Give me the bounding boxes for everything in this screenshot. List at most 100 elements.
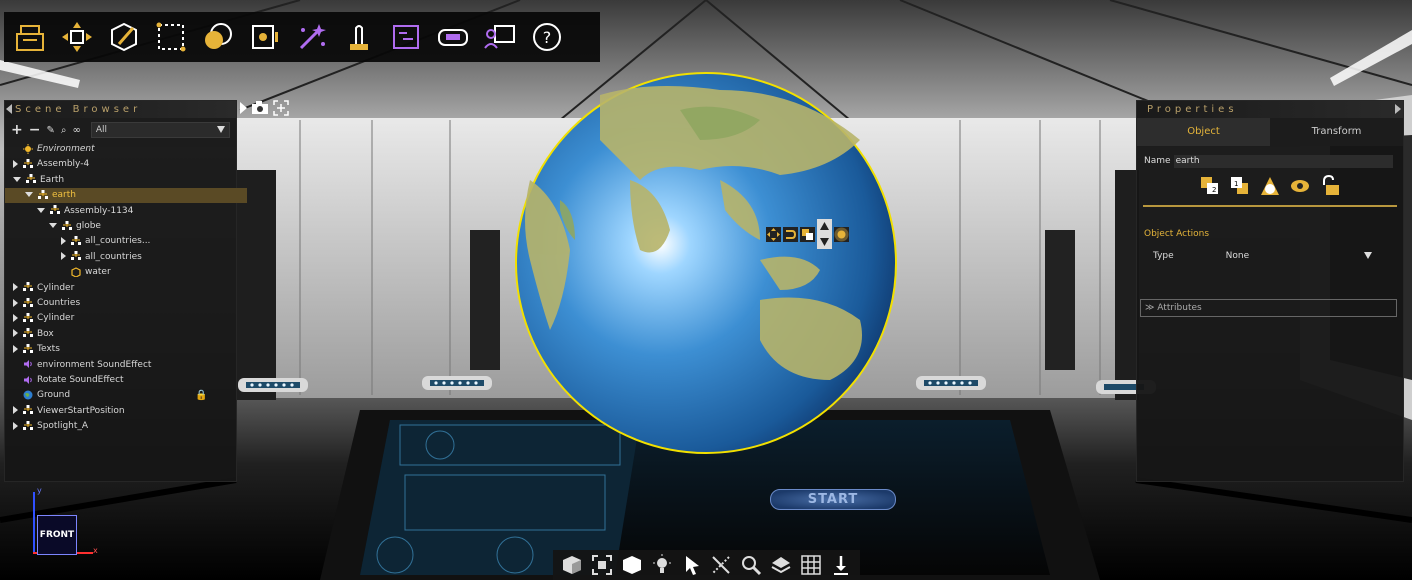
- remove-icon[interactable]: −: [29, 122, 41, 138]
- add-icon[interactable]: +: [11, 122, 23, 138]
- vr-mode-button[interactable]: [433, 17, 473, 57]
- tree-item[interactable]: Spotlight_A: [5, 419, 235, 434]
- orientation-cube[interactable]: FRONT: [37, 515, 77, 555]
- expand-toggle-icon[interactable]: [25, 192, 33, 198]
- open-scene-button[interactable]: [10, 17, 50, 57]
- camera-icon[interactable]: [251, 101, 269, 115]
- sound-icon: [23, 375, 37, 385]
- collision-icon[interactable]: [710, 554, 732, 576]
- tree-item[interactable]: all_countries...: [5, 234, 283, 249]
- zoom-search-icon[interactable]: [740, 554, 762, 576]
- expand-toggle-icon[interactable]: [61, 236, 66, 245]
- unlock-icon[interactable]: [1319, 175, 1341, 197]
- gizmo-material-icon[interactable]: [834, 226, 849, 242]
- tree-item-label: Earth: [40, 174, 65, 185]
- expand-toggle-icon[interactable]: [61, 252, 66, 261]
- link-icon[interactable]: ✎: [46, 125, 54, 136]
- visibility-eye-icon[interactable]: [1289, 175, 1311, 197]
- effects-button[interactable]: [292, 17, 332, 57]
- tree-item[interactable]: Assembly-1134: [5, 204, 259, 219]
- tree-item[interactable]: Cylinder: [5, 281, 235, 296]
- gizmo-move-icon[interactable]: [766, 226, 781, 242]
- svg-text:1: 1: [1234, 180, 1238, 188]
- tree-item[interactable]: water: [5, 265, 283, 280]
- help-button[interactable]: ?: [527, 17, 567, 57]
- tree-item[interactable]: environment SoundEffect: [5, 358, 235, 373]
- collapse-arrow-icon[interactable]: [240, 102, 247, 114]
- expand-toggle-icon[interactable]: [13, 421, 18, 430]
- grid-icon[interactable]: [800, 554, 822, 576]
- expand-toggle-icon[interactable]: [13, 159, 18, 168]
- expand-toggle-icon[interactable]: [13, 298, 18, 307]
- tree-item[interactable]: Texts: [5, 342, 235, 357]
- tree-item[interactable]: earth: [5, 188, 247, 204]
- tree-item[interactable]: globe: [5, 219, 271, 234]
- shading-icon[interactable]: [621, 554, 643, 576]
- tree-item[interactable]: Environment: [5, 142, 235, 157]
- select-region-button[interactable]: [151, 17, 191, 57]
- gizmo-link-icon[interactable]: [783, 226, 798, 242]
- filter-value: All: [95, 125, 107, 135]
- gizmo-arrows-icon[interactable]: [817, 219, 832, 249]
- tree-item-label: all_countries...: [85, 236, 151, 247]
- open-scene-icon: [16, 25, 44, 51]
- filter-select[interactable]: All: [90, 122, 230, 138]
- shape-icon[interactable]: [1259, 175, 1281, 197]
- tree-item-label: ViewerStartPosition: [37, 405, 125, 416]
- lock-icon[interactable]: 🔒: [195, 388, 207, 403]
- expand-toggle-icon[interactable]: [49, 223, 57, 228]
- interaction-button[interactable]: [339, 17, 379, 57]
- media-button[interactable]: [245, 17, 285, 57]
- layer-2-icon[interactable]: 1: [1229, 175, 1251, 197]
- drop-to-ground-icon[interactable]: [830, 554, 852, 576]
- tree-item[interactable]: Earth: [5, 173, 235, 188]
- type-select[interactable]: None: [1226, 251, 1376, 261]
- collapse-right-icon[interactable]: [1395, 104, 1401, 114]
- assembly-icon: [23, 420, 37, 431]
- presenter-button[interactable]: [480, 17, 520, 57]
- tab-object[interactable]: Object: [1137, 118, 1270, 146]
- expand-toggle-icon[interactable]: [37, 207, 45, 213]
- edit-object-button[interactable]: [104, 17, 144, 57]
- timeline-button[interactable]: [386, 17, 426, 57]
- tree-item[interactable]: Cylinder: [5, 311, 235, 326]
- move-tool-button[interactable]: [57, 17, 97, 57]
- frame-icon[interactable]: [591, 554, 613, 576]
- section-divider: [1143, 205, 1397, 207]
- light-bulb-icon[interactable]: [651, 554, 673, 576]
- chevron-down-icon: [217, 126, 225, 133]
- tree-item[interactable]: Assembly-4: [5, 157, 235, 172]
- frame-selection-icon[interactable]: [273, 100, 289, 116]
- y-axis-label: y: [37, 486, 42, 495]
- expand-toggle-icon[interactable]: [13, 313, 18, 322]
- tree-item[interactable]: Rotate SoundEffect: [5, 373, 235, 388]
- layers-icon[interactable]: [770, 554, 792, 576]
- attributes-section[interactable]: ≫ Attributes: [1140, 299, 1397, 317]
- assembly-icon: [50, 205, 64, 216]
- viewport-controls: [240, 100, 289, 116]
- expand-toggle-icon[interactable]: [13, 329, 18, 338]
- tab-transform[interactable]: Transform: [1270, 118, 1403, 146]
- tree-item-label: Cylinder: [37, 313, 75, 324]
- view-cube-icon[interactable]: [561, 554, 583, 576]
- expand-toggle-icon[interactable]: [13, 344, 18, 353]
- tree-item[interactable]: Ground 🔒: [5, 388, 235, 403]
- collapse-left-icon[interactable]: [6, 104, 12, 114]
- tree-item[interactable]: Countries: [5, 296, 235, 311]
- tree-item[interactable]: ViewerStartPosition: [5, 404, 235, 419]
- expand-toggle-icon[interactable]: [13, 176, 21, 182]
- pointer-icon[interactable]: [681, 554, 703, 576]
- move-tool-icon: [62, 22, 92, 52]
- tree-item[interactable]: Box: [5, 327, 235, 342]
- tree-item[interactable]: all_countries: [5, 250, 283, 265]
- expand-toggle-icon[interactable]: [13, 406, 18, 415]
- binoculars-icon[interactable]: ∞: [72, 125, 80, 136]
- layer-1-icon[interactable]: 2: [1199, 175, 1221, 197]
- start-button[interactable]: START: [770, 489, 896, 510]
- gizmo-layer-icon[interactable]: [800, 226, 815, 242]
- search-icon[interactable]: ⌕: [61, 125, 67, 136]
- assembly-icon: [71, 235, 85, 246]
- expand-toggle-icon[interactable]: [13, 283, 18, 292]
- name-field[interactable]: earth: [1173, 154, 1393, 168]
- materials-button[interactable]: [198, 17, 238, 57]
